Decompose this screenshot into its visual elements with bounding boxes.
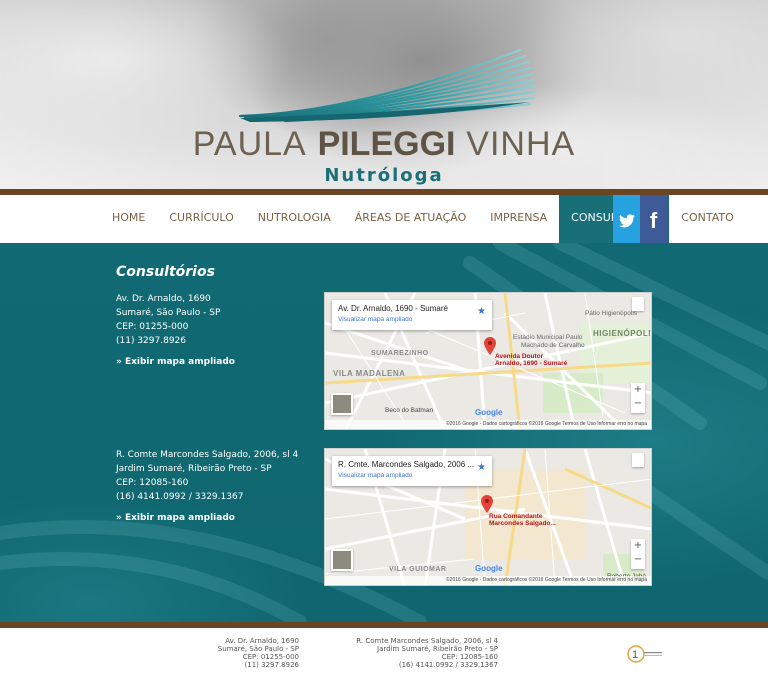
- map-info-card: R. Cmte. Marcondes Salgado, 2006 ... Vis…: [332, 456, 492, 486]
- svg-text:1: 1: [632, 649, 638, 661]
- map-card-link[interactable]: Visualizar mapa ampliado: [338, 316, 486, 323]
- footer-office-2-line: CEP: 12085-160: [441, 653, 498, 661]
- zoom-out-icon[interactable]: −: [631, 397, 645, 411]
- social-links: f: [613, 195, 667, 247]
- zoom-in-icon[interactable]: +: [631, 539, 645, 553]
- map-label-batman: Beco do Batman: [385, 407, 434, 414]
- map-footer: ©2016 Google - Dados cartográficos ©2016…: [325, 576, 651, 585]
- map-info-card: Av. Dr. Arnaldo, 1690 - Sumaré Visualiza…: [332, 300, 492, 330]
- twitter-button[interactable]: [613, 195, 640, 247]
- map-label-patio: Pátio Higienópolis: [585, 310, 638, 317]
- office-1-city: Sumaré, São Paulo - SP: [116, 308, 221, 318]
- map-satellite-toggle[interactable]: [331, 393, 353, 415]
- map-pin-icon: [481, 495, 493, 513]
- map-pin-label-1: Avenida Doutor: [495, 353, 544, 360]
- map-card-title: R. Cmte. Marcondes Salgado, 2006 ...: [338, 460, 475, 469]
- footer-office-1: Av. Dr. Arnaldo, 1690 Sumaré, São Paulo …: [200, 637, 299, 669]
- map-card-link[interactable]: Visualizar mapa ampliado: [338, 472, 486, 479]
- google-logo: Google: [475, 564, 503, 573]
- map-satellite-toggle[interactable]: [331, 549, 353, 571]
- logo-last-name: VINHA: [466, 125, 576, 163]
- logo-subtitle: Nutróloga: [324, 165, 444, 186]
- office-2-address: R. Comte Marcondes Salgado, 2006, sl 4 J…: [116, 448, 316, 525]
- logo-middle-name: PILEGGI: [317, 125, 456, 163]
- footer-office-2-line: R. Comte Marcondes Salgado, 2006, sl 4: [356, 637, 498, 645]
- office-2-street: R. Comte Marcondes Salgado, 2006, sl 4: [116, 450, 299, 460]
- header-banner: PAULA PILEGGI VINHA Nutróloga: [0, 0, 768, 191]
- facebook-icon: f: [649, 208, 658, 233]
- office-1-cep: CEP: 01255-000: [116, 322, 189, 332]
- google-logo-text: Google: [475, 564, 503, 573]
- office-2-city: Jardim Sumaré, Ribeirão Preto - SP: [116, 464, 272, 474]
- map-pin-label-2: Marcondes Salgado...: [489, 520, 556, 527]
- nav-item-curriculo[interactable]: CURRÍCULO: [157, 195, 245, 243]
- google-logo-text: Google: [475, 408, 503, 417]
- logo-wing-icon: [238, 48, 536, 123]
- facebook-button[interactable]: f: [640, 195, 667, 247]
- pegman-icon[interactable]: [632, 297, 644, 311]
- star-icon[interactable]: ★: [477, 462, 486, 473]
- footer-office-2-line: Jardim Sumaré, Ribeirão Preto - SP: [377, 645, 498, 653]
- star-icon[interactable]: ★: [477, 306, 486, 317]
- nav-item-imprensa[interactable]: IMPRENSA: [478, 195, 559, 243]
- zoom-in-icon[interactable]: +: [631, 383, 645, 397]
- logo-first-name: PAULA: [192, 125, 307, 163]
- office-1-map-link[interactable]: » Exibir mapa ampliado: [116, 355, 316, 369]
- footer-office-2: R. Comte Marcondes Salgado, 2006, sl 4 J…: [340, 637, 498, 669]
- nav-item-areas-de-atuacao[interactable]: ÁREAS DE ATUAÇÃO: [343, 195, 478, 243]
- twitter-icon: [618, 214, 635, 228]
- office-2-cep: CEP: 12085-160: [116, 478, 189, 488]
- office-1-address: Av. Dr. Arnaldo, 1690 Sumaré, São Paulo …: [116, 292, 316, 369]
- footer-office-2-line: (16) 4141.0992 / 3329.1367: [398, 661, 498, 669]
- footer-office-1-line: Av. Dr. Arnaldo, 1690: [225, 637, 299, 645]
- map-pin-label-1: Rua Comandante: [489, 513, 543, 520]
- footer: Av. Dr. Arnaldo, 1690 Sumaré, São Paulo …: [0, 628, 768, 694]
- map-label-higienopolis: HIGIENÓPOLIS: [593, 329, 652, 338]
- zoom-out-icon[interactable]: −: [631, 553, 645, 567]
- map-zoom-controls[interactable]: + −: [631, 539, 645, 569]
- office-1-map[interactable]: Pátio Higienópolis HIGIENÓPOLIS Estadio …: [324, 292, 652, 430]
- developer-logo-icon[interactable]: 1: [626, 643, 666, 665]
- map-label-estadio-1: Estadio Municipal Paulo: [513, 334, 583, 341]
- map-label-estadio-2: Machado de Carvalho: [521, 342, 585, 349]
- map-label-madalena: VILA MADALENA: [333, 369, 406, 378]
- office-2-phone: (16) 4141.0992 / 3329.1367: [116, 492, 244, 502]
- google-logo: Google: [475, 408, 503, 417]
- map-zoom-controls[interactable]: + −: [631, 383, 645, 413]
- footer-office-1-line: (11) 3297.8926: [244, 661, 299, 669]
- footer-office-1-line: CEP: 01255-000: [242, 653, 299, 661]
- logo-name: PAULA PILEGGI VINHA: [0, 127, 768, 161]
- nav-item-nutrologia[interactable]: NUTROLOGIA: [246, 195, 343, 243]
- map-footer: ©2016 Google - Dados cartográficos ©2016…: [325, 420, 651, 429]
- office-1-phone: (11) 3297.8926: [116, 336, 187, 346]
- map-card-title: Av. Dr. Arnaldo, 1690 - Sumaré: [338, 304, 448, 313]
- map-label-guiomar: VILA GUIOMAR: [389, 566, 447, 573]
- nav-item-home[interactable]: HOME: [100, 195, 157, 243]
- nav-item-contato[interactable]: CONTATO: [669, 195, 745, 243]
- office-2-map-link[interactable]: » Exibir mapa ampliado: [116, 511, 316, 525]
- pegman-icon[interactable]: [632, 453, 644, 467]
- office-2-map[interactable]: VILA GUIOMAR Roberto Jabá Rua Comandante…: [324, 448, 652, 586]
- map-pin-label-2: Arnaldo, 1690 - Sumaré: [495, 360, 568, 367]
- content-area: Consultórios Av. Dr. Arnaldo, 1690 Sumar…: [0, 243, 768, 622]
- footer-office-1-line: Sumaré, São Paulo - SP: [217, 645, 299, 653]
- office-1-street: Av. Dr. Arnaldo, 1690: [116, 294, 211, 304]
- section-title: Consultórios: [116, 264, 215, 280]
- map-label-sumarezinho: SUMAREZINHO: [371, 350, 429, 357]
